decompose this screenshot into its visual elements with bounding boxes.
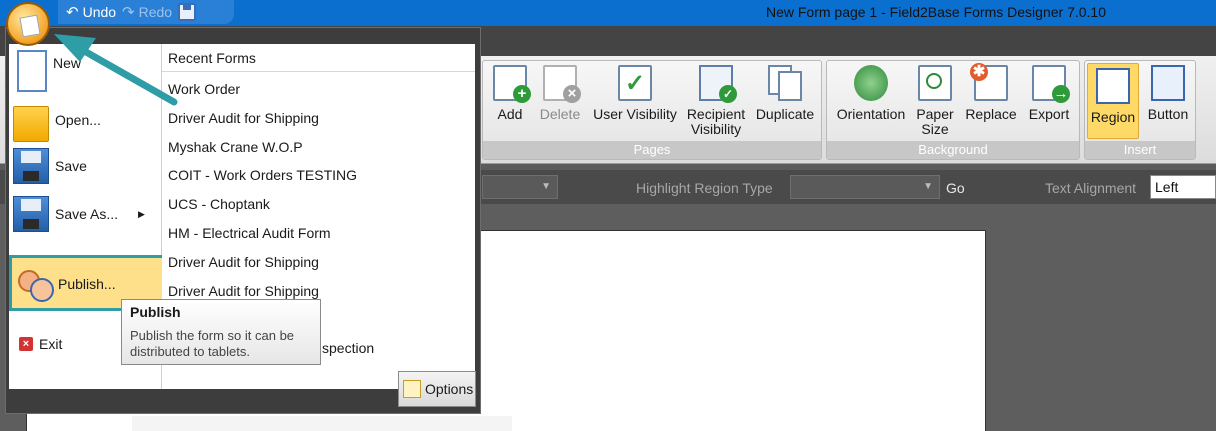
recent-item[interactable]: Myshak Crane W.O.P [168,139,303,155]
recipient-label-2: Visibility [690,121,742,137]
add-page-button[interactable]: + Add [491,65,531,122]
orientation-icon [854,65,888,101]
replace-label: Replace [965,106,1017,122]
recent-forms-header: Recent Forms [162,44,475,72]
publish-tooltip: Publish Publish the form so it can be di… [121,299,321,365]
save-as-label: Save As... [55,206,119,222]
floppy-icon [13,148,49,184]
paper-size-button[interactable]: Paper Size [913,65,957,137]
folder-icon [13,106,49,142]
paper-label-1: Paper [916,106,954,122]
recent-item[interactable]: Driver Audit for Shipping [168,110,319,126]
user-visibility-button[interactable]: ✓ User Visibility [591,65,679,122]
options-icon [403,380,421,398]
export-label: Export [1028,106,1070,122]
delete-label: Delete [539,106,581,122]
checkmark-page-icon: ✓ [618,65,652,101]
pages-group: + Add × Delete ✓ User Visibility ✓ Recip… [482,60,822,160]
recent-item[interactable]: COIT - Work Orders TESTING [168,167,357,183]
insert-group: Region Button Insert [1084,60,1196,160]
text-alignment-combo[interactable]: Left [1150,175,1216,199]
duplicate-page-icon [768,65,802,101]
paper-label-2: Size [921,121,949,137]
close-icon: × [19,337,33,351]
annotation-arrow [54,34,178,106]
people-icon [16,266,54,302]
recent-item[interactable]: UCS - Choptank [168,196,270,212]
recent-item[interactable]: Driver Audit for Shipping [168,283,319,299]
button-label: Button [1147,106,1189,122]
region-button[interactable]: Region [1087,63,1139,139]
chevron-down-icon: ▼ [541,181,551,192]
tooltip-title: Publish [130,304,181,320]
add-page-icon: + [493,65,531,103]
go-button[interactable]: Go [946,180,965,196]
open-label: Open... [55,112,101,128]
export-icon: → [1032,65,1070,103]
recipient-label-1: Recipient [686,106,746,122]
recent-item[interactable]: HM - Electrical Audit Form [168,225,331,241]
delete-page-button[interactable]: × Delete [537,65,583,122]
highlight-region-combo[interactable]: ▼ [790,175,940,199]
recipient-visibility-icon: ✓ [699,65,737,103]
options-button[interactable]: Options [398,371,476,407]
save-as-menu-item[interactable]: Save As... ▶ [13,196,161,232]
submenu-arrow-icon: ▶ [138,208,145,219]
ghost-strip [132,416,512,431]
magnifier-page-icon [918,65,952,101]
duplicate-page-button[interactable]: Duplicate [753,65,817,122]
orientation-button[interactable]: Orientation [833,65,909,122]
insert-caption: Insert [1085,141,1195,159]
pencil-region-icon [1096,68,1130,104]
text-alignment-label: Text Alignment [1045,180,1137,196]
background-group: Orientation Paper Size ✱ Replace → Expor… [826,60,1080,160]
replace-button[interactable]: ✱ Replace [963,63,1019,122]
publish-row: Publish... [16,266,164,302]
tooltip-body: Publish the form so it can be distribute… [130,328,295,359]
floppy-icon [13,196,49,232]
save-label: Save [55,158,87,174]
user-visibility-label: User Visibility [593,106,677,122]
orientation-label: Orientation [836,106,906,122]
export-button[interactable]: → Export [1023,65,1075,122]
text-alignment-value: Left [1155,179,1179,195]
region-label: Region [1090,109,1136,125]
style-combo[interactable]: ▼ [482,175,558,199]
replace-icon: ✱ [970,63,1008,101]
options-label: Options [425,381,474,397]
highlight-region-label: Highlight Region Type [636,180,773,196]
recent-item[interactable]: Driver Audit for Shipping [168,254,319,270]
background-caption: Background [827,141,1079,159]
save-menu-item[interactable]: Save [13,148,161,184]
chevron-down-icon: ▼ [923,181,933,192]
publish-label: Publish... [58,276,116,292]
recent-item-partial[interactable]: spection [322,340,374,356]
exit-label: Exit [39,336,63,352]
delete-page-icon: × [543,65,581,103]
window-title: New Form page 1 - Field2Base Forms Desig… [765,4,1106,20]
button-control-icon [1151,65,1185,101]
pages-caption: Pages [483,141,821,159]
add-label: Add [497,106,523,122]
duplicate-label: Duplicate [755,106,815,122]
button-button[interactable]: Button [1143,65,1193,122]
recipient-visibility-button[interactable]: ✓ Recipient Visibility [681,65,751,137]
